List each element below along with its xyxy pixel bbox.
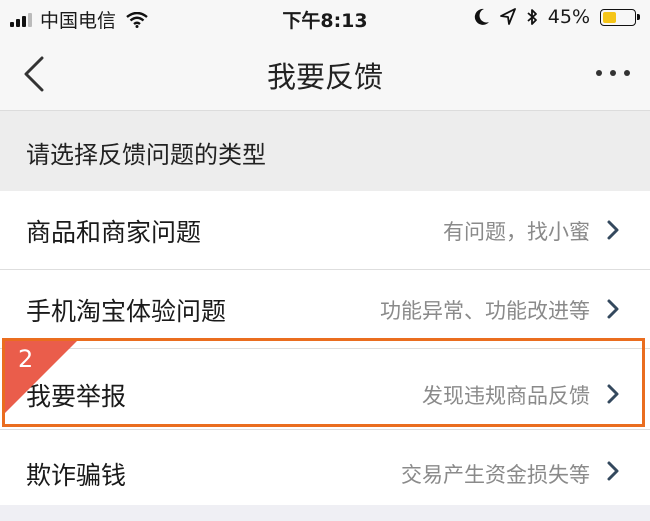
battery-icon bbox=[600, 8, 640, 26]
list-item-product-merchant[interactable]: 商品和商家问题 有问题，找小蜜 bbox=[0, 191, 650, 270]
list-item-hint: 有问题，找小蜜 bbox=[443, 220, 590, 244]
chevron-right-icon bbox=[607, 461, 619, 481]
status-right: 45% bbox=[474, 6, 640, 28]
list-item-fraud[interactable]: 欺诈骗钱 交易产生资金损失等 bbox=[0, 430, 650, 511]
status-bar: 中国电信 下午8:13 45% bbox=[0, 0, 650, 36]
section-header: 请选择反馈问题的类型 bbox=[0, 111, 650, 191]
list-item-label: 手机淘宝体验问题 bbox=[26, 297, 227, 326]
more-dots-icon[interactable] bbox=[596, 68, 630, 78]
nav-bar: 我要反馈 bbox=[0, 36, 650, 111]
list-item-label: 商品和商家问题 bbox=[26, 218, 202, 247]
moon-icon bbox=[474, 8, 489, 25]
bottom-spacer bbox=[0, 505, 650, 521]
chevron-right-icon bbox=[607, 220, 619, 240]
page-title: 我要反馈 bbox=[266, 60, 383, 94]
chevron-right-icon bbox=[607, 299, 619, 319]
battery-percent: 45% bbox=[547, 6, 590, 28]
list-item-label: 欺诈骗钱 bbox=[26, 461, 127, 490]
list-item-report[interactable]: 我要举报 发现违规商品反馈 bbox=[0, 349, 650, 430]
list-item-hint: 交易产生资金损失等 bbox=[401, 463, 590, 487]
list-item-app-experience[interactable]: 手机淘宝体验问题 功能异常、功能改进等 bbox=[0, 270, 650, 349]
battery-level-fill bbox=[603, 11, 616, 23]
list-item-hint: 发现违规商品反馈 bbox=[422, 384, 590, 408]
feedback-type-list: 商品和商家问题 有问题，找小蜜 手机淘宝体验问题 功能异常、功能改进等 我要举报… bbox=[0, 191, 650, 511]
bluetooth-icon bbox=[527, 9, 537, 25]
list-item-hint: 功能异常、功能改进等 bbox=[380, 299, 590, 323]
chevron-right-icon bbox=[607, 384, 619, 404]
location-arrow-icon bbox=[499, 8, 516, 25]
section-header-label: 请选择反馈问题的类型 bbox=[26, 141, 266, 169]
list-item-label: 我要举报 bbox=[26, 382, 127, 411]
